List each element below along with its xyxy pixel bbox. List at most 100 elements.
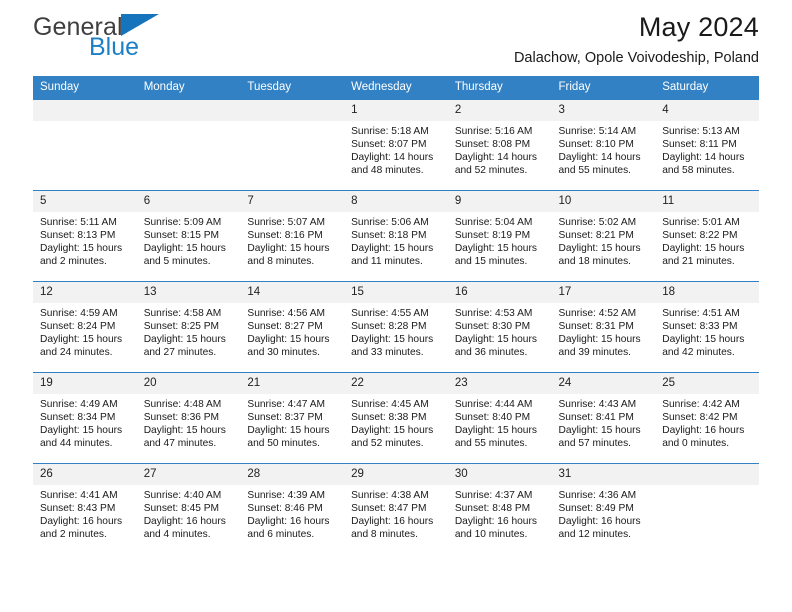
- sunset-time: Sunset: 8:49 PM: [558, 503, 634, 515]
- calendar-day-cell[interactable]: 10 Sunrise: 5:02 AM Sunset: 8:21 PM Dayligh…: [551, 190, 656, 282]
- sunrise-time: Sunrise: 4:51 AM: [662, 308, 740, 319]
- daylight-duration-line1: Daylight: 16 hours: [558, 516, 641, 528]
- day-number: 22: [344, 373, 448, 394]
- calendar-day-cell[interactable]: 17 Sunrise: 4:52 AM Sunset: 8:31 PM Dayligh…: [551, 281, 656, 373]
- calendar-day-cell[interactable]: 3 Sunrise: 5:14 AM Sunset: 8:10 PM Daylight…: [551, 99, 656, 191]
- calendar-day-cell[interactable]: 13 Sunrise: 4:58 AM Sunset: 8:25 PM Dayligh…: [136, 281, 241, 373]
- sunset-time: Sunset: 8:46 PM: [247, 503, 323, 515]
- calendar-day-cell[interactable]: 21 Sunrise: 4:47 AM Sunset: 8:37 PM Dayligh…: [240, 372, 345, 464]
- daylight-duration-line2: and 55 minutes.: [454, 438, 528, 450]
- day-number: 3: [551, 100, 656, 121]
- calendar-day-cell[interactable]: 7 Sunrise: 5:07 AM Sunset: 8:16 PM Daylight…: [240, 190, 345, 282]
- day-number: 29: [344, 464, 448, 485]
- day-details: Sunrise: 4:51 AM Sunset: 8:33 PM Daylight:…: [655, 303, 759, 359]
- calendar-day-cell[interactable]: 1 Sunrise: 5:18 AM Sunset: 8:07 PM Daylight…: [344, 99, 448, 191]
- calendar-day-cell[interactable]: 24 Sunrise: 4:43 AM Sunset: 8:41 PM Dayligh…: [551, 372, 656, 464]
- calendar-day-cell[interactable]: 23 Sunrise: 4:44 AM Sunset: 8:40 PM Dayligh…: [447, 372, 552, 464]
- calendar-day-cell[interactable]: 16 Sunrise: 4:53 AM Sunset: 8:30 PM Dayligh…: [447, 281, 552, 373]
- sunrise-time: Sunrise: 4:45 AM: [351, 399, 429, 410]
- day-details: Sunrise: 4:39 AM Sunset: 8:46 PM Daylight:…: [240, 485, 344, 541]
- daylight-duration-line2: and 42 minutes.: [662, 347, 735, 359]
- calendar-day-cell[interactable]: 6 Sunrise: 5:09 AM Sunset: 8:15 PM Daylight…: [136, 190, 241, 282]
- daylight-duration-line1: Daylight: 16 hours: [351, 516, 434, 528]
- daylight-duration-line1: Daylight: 15 hours: [247, 243, 330, 255]
- daylight-duration-line2: and 18 minutes.: [558, 256, 632, 268]
- calendar-day-cell[interactable]: 31 Sunrise: 4:36 AM Sunset: 8:49 PM Dayligh…: [551, 463, 656, 554]
- calendar-day-cell[interactable]: 30 Sunrise: 4:37 AM Sunset: 8:48 PM Dayligh…: [447, 463, 552, 554]
- general-blue-logo[interactable]: General Blue: [33, 14, 293, 60]
- daylight-duration-line2: and 39 minutes.: [558, 347, 632, 359]
- sunrise-time: Sunrise: 5:01 AM: [662, 217, 740, 228]
- daylight-duration-line2: and 36 minutes.: [454, 347, 528, 359]
- calendar-day-cell[interactable]: 14 Sunrise: 4:56 AM Sunset: 8:27 PM Dayligh…: [240, 281, 345, 373]
- calendar-day-cell[interactable]: 9 Sunrise: 5:04 AM Sunset: 8:19 PM Daylight…: [447, 190, 552, 282]
- day-number: 15: [344, 282, 448, 303]
- daylight-duration-line1: Daylight: 15 hours: [351, 243, 434, 255]
- daylight-duration-line1: Daylight: 14 hours: [662, 152, 745, 164]
- sunset-time: Sunset: 8:47 PM: [351, 503, 427, 515]
- calendar-day-cell[interactable]: 8 Sunrise: 5:06 AM Sunset: 8:18 PM Daylight…: [344, 190, 448, 282]
- sunrise-time: Sunrise: 5:18 AM: [351, 126, 429, 137]
- weekday-header-sunday: Sunday: [33, 76, 137, 100]
- calendar-week-row: 26 Sunrise: 4:41 AM Sunset: 8:43 PM Dayligh…: [33, 463, 759, 554]
- daylight-duration-line1: Daylight: 15 hours: [351, 425, 434, 437]
- sunrise-time: Sunrise: 4:41 AM: [40, 490, 118, 501]
- sunset-time: Sunset: 8:45 PM: [143, 503, 220, 515]
- sunrise-time: Sunrise: 4:43 AM: [558, 399, 637, 410]
- calendar-day-cell[interactable]: 12 Sunrise: 4:59 AM Sunset: 8:24 PM Dayligh…: [33, 281, 137, 373]
- calendar-day-cell[interactable]: 22 Sunrise: 4:45 AM Sunset: 8:38 PM Dayligh…: [344, 372, 448, 464]
- day-number: 1: [344, 100, 448, 121]
- calendar-day-cell[interactable]: 4 Sunrise: 5:13 AM Sunset: 8:11 PM Daylight…: [655, 99, 759, 191]
- sunrise-time: Sunrise: 5:11 AM: [40, 217, 117, 228]
- day-number: 23: [447, 373, 552, 394]
- daylight-duration-line2: and 0 minutes.: [662, 438, 730, 450]
- calendar-day-cell[interactable]: 5 Sunrise: 5:11 AM Sunset: 8:13 PM Daylight…: [33, 190, 137, 282]
- day-details: Sunrise: 5:14 AM Sunset: 8:10 PM Daylight:…: [552, 121, 656, 177]
- calendar-day-cell[interactable]: 2 Sunrise: 5:16 AM Sunset: 8:08 PM Daylight…: [447, 99, 552, 191]
- day-details: Sunrise: 5:04 AM Sunset: 8:19 PM Daylight:…: [448, 212, 552, 268]
- day-number: 8: [344, 191, 448, 212]
- day-number: 6: [136, 191, 241, 212]
- calendar-day-cell[interactable]: 11 Sunrise: 5:01 AM Sunset: 8:22 PM Dayligh…: [655, 190, 759, 282]
- day-number: 9: [447, 191, 552, 212]
- daylight-duration-line1: Daylight: 15 hours: [558, 243, 641, 255]
- daylight-duration-line1: Daylight: 15 hours: [40, 243, 123, 255]
- calendar-day-cell[interactable]: 29 Sunrise: 4:38 AM Sunset: 8:47 PM Dayligh…: [344, 463, 448, 554]
- daylight-duration-line2: and 57 minutes.: [558, 438, 632, 450]
- day-details: Sunrise: 4:58 AM Sunset: 8:25 PM Daylight:…: [137, 303, 241, 359]
- day-number: 16: [447, 282, 552, 303]
- day-details: Sunrise: 4:45 AM Sunset: 8:38 PM Daylight:…: [344, 394, 448, 450]
- sunset-time: Sunset: 8:25 PM: [143, 321, 220, 333]
- logo-general-text: General: [33, 13, 123, 41]
- daylight-duration-line2: and 55 minutes.: [558, 165, 632, 177]
- weekday-header-monday: Monday: [136, 76, 241, 100]
- calendar-day-cell[interactable]: 26 Sunrise: 4:41 AM Sunset: 8:43 PM Dayligh…: [33, 463, 137, 554]
- daylight-duration-line1: Daylight: 15 hours: [247, 334, 330, 346]
- daylight-duration-line2: and 30 minutes.: [247, 347, 320, 359]
- calendar-day-cell[interactable]: 27 Sunrise: 4:40 AM Sunset: 8:45 PM Dayligh…: [136, 463, 241, 554]
- calendar-day-cell[interactable]: 18 Sunrise: 4:51 AM Sunset: 8:33 PM Dayligh…: [655, 281, 759, 373]
- daylight-duration-line1: Daylight: 14 hours: [351, 152, 434, 164]
- day-number: 30: [447, 464, 552, 485]
- daylight-duration-line1: Daylight: 16 hours: [40, 516, 123, 528]
- sunrise-time: Sunrise: 5:02 AM: [558, 217, 637, 228]
- weekday-header-friday: Friday: [551, 76, 656, 100]
- sunrise-time: Sunrise: 4:52 AM: [558, 308, 637, 319]
- day-details: Sunrise: 4:36 AM Sunset: 8:49 PM Daylight:…: [552, 485, 656, 541]
- calendar-day-cell[interactable]: 20 Sunrise: 4:48 AM Sunset: 8:36 PM Dayligh…: [136, 372, 241, 464]
- sunset-time: Sunset: 8:13 PM: [40, 230, 116, 242]
- day-details: Sunrise: 4:41 AM Sunset: 8:43 PM Daylight:…: [33, 485, 137, 541]
- day-number: 12: [33, 282, 137, 303]
- calendar-empty-cell: [655, 463, 759, 554]
- calendar-day-cell[interactable]: 19 Sunrise: 4:49 AM Sunset: 8:34 PM Dayligh…: [33, 372, 137, 464]
- daylight-duration-line1: Daylight: 15 hours: [454, 334, 537, 346]
- day-number: 31: [551, 464, 656, 485]
- day-number: 25: [655, 373, 759, 394]
- daylight-duration-line1: Daylight: 15 hours: [558, 425, 641, 437]
- day-details: Sunrise: 5:06 AM Sunset: 8:18 PM Daylight:…: [344, 212, 448, 268]
- calendar-day-cell[interactable]: 28 Sunrise: 4:39 AM Sunset: 8:46 PM Dayligh…: [240, 463, 345, 554]
- calendar-day-cell[interactable]: 25 Sunrise: 4:42 AM Sunset: 8:42 PM Dayligh…: [655, 372, 759, 464]
- day-details: Sunrise: 5:01 AM Sunset: 8:22 PM Daylight:…: [655, 212, 759, 268]
- calendar-day-cell[interactable]: 15 Sunrise: 4:55 AM Sunset: 8:28 PM Dayligh…: [344, 281, 448, 373]
- day-details: Sunrise: 5:09 AM Sunset: 8:15 PM Daylight:…: [137, 212, 241, 268]
